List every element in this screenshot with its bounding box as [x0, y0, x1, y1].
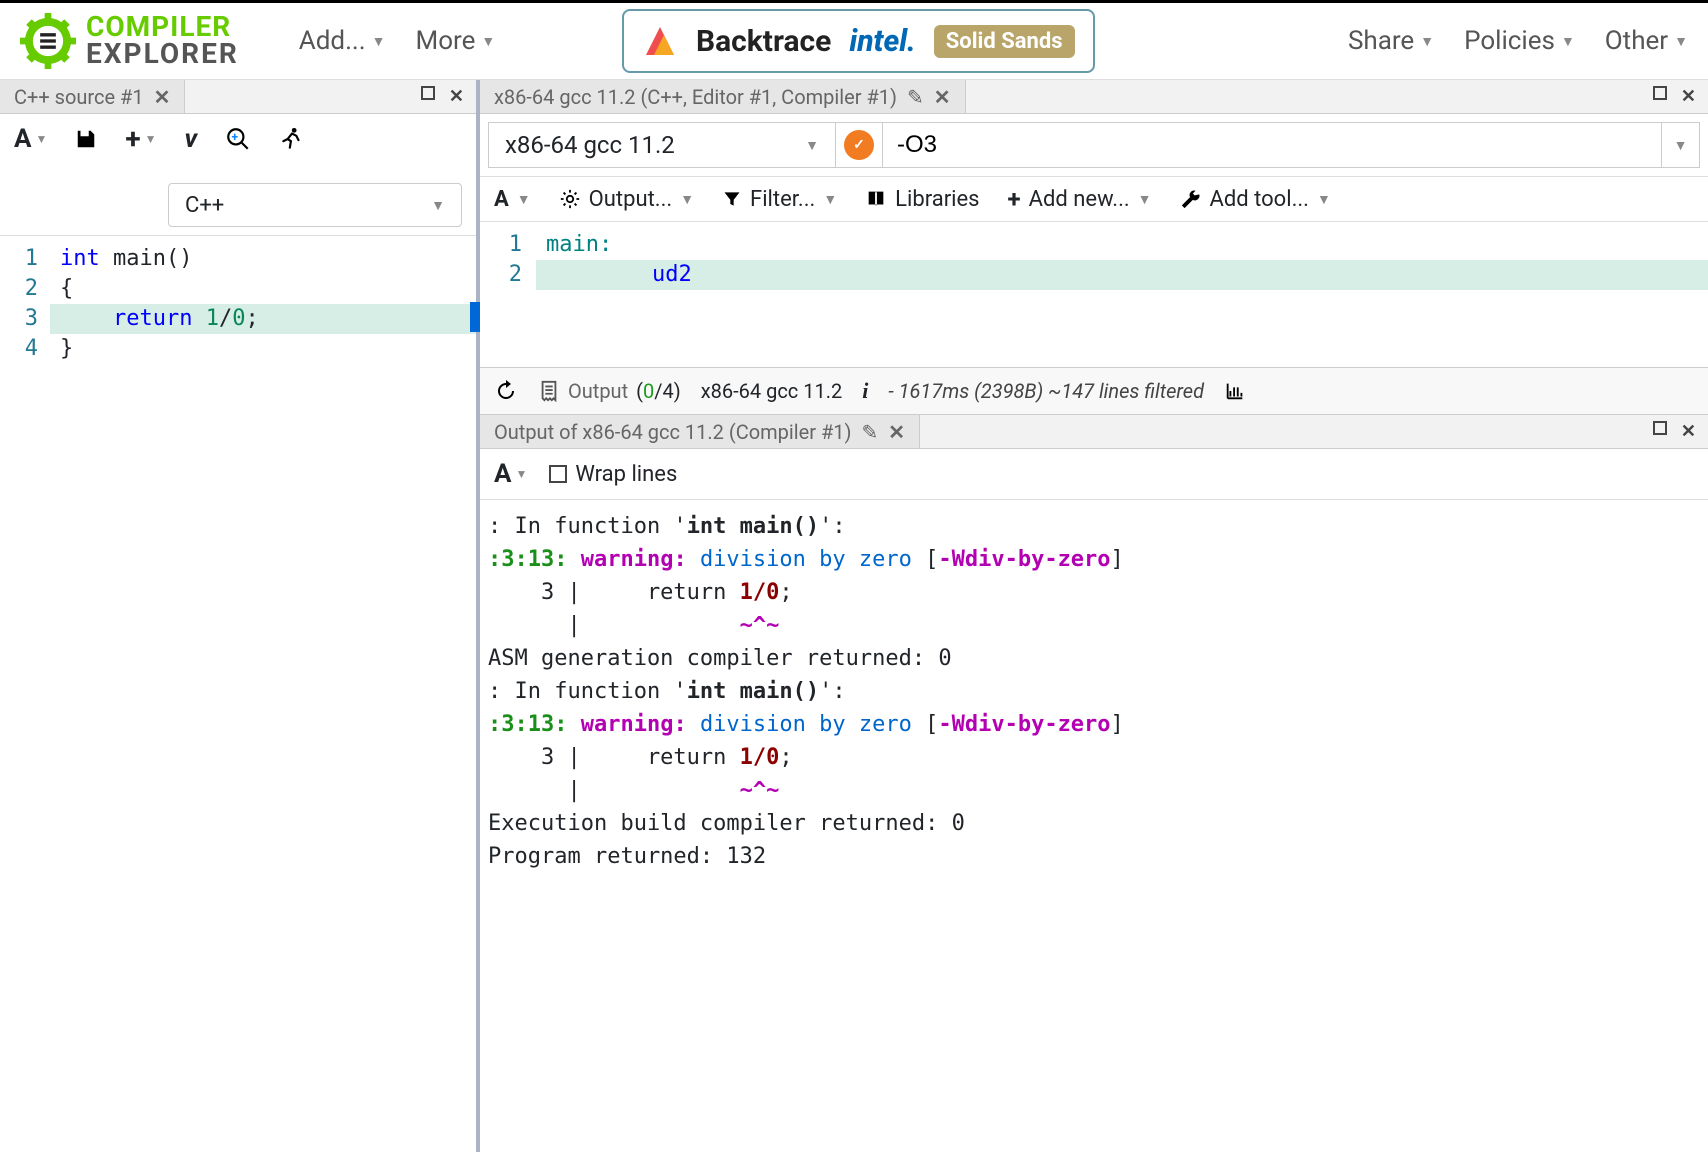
chevron-down-icon: ▼	[431, 197, 445, 214]
chevron-down-icon: ▼	[1420, 33, 1434, 50]
nav-other[interactable]: Other▼	[1605, 26, 1688, 56]
libraries-button[interactable]: Libraries	[865, 187, 979, 212]
chevron-down-icon: ▼	[805, 137, 819, 154]
logo-text: COMPILER EXPLORER	[86, 14, 239, 67]
nav-policies[interactable]: Policies▼	[1464, 26, 1575, 56]
language-select[interactable]: C++ ▼	[168, 183, 462, 227]
source-gutter: 1 2 3 4	[0, 236, 50, 1152]
backtrace-logo-icon	[642, 23, 678, 59]
chart-icon[interactable]	[1224, 380, 1246, 402]
flags-input[interactable]	[882, 122, 1662, 168]
add-new-button[interactable]: + Add new...▼	[1008, 185, 1152, 213]
runner-icon	[279, 126, 305, 152]
source-pane: C++ source #1 A▼ +▼ v + C++ ▼	[0, 80, 480, 1152]
nav-share[interactable]: Share▼	[1348, 26, 1434, 56]
filter-button[interactable]: Filter...▼	[722, 187, 837, 212]
source-tab-label: C++ source #1	[14, 85, 144, 109]
source-editor[interactable]: 1 2 3 4 int main() { return 1/0; }	[0, 236, 476, 1152]
pencil-icon[interactable]	[907, 85, 924, 109]
asm-code[interactable]: main: ud2	[536, 222, 1708, 367]
compiler-selected-label: x86-64 gcc 11.2	[505, 131, 675, 159]
output-toolbar: A▼ Wrap lines	[480, 449, 1708, 500]
compiler-select-row: x86-64 gcc 11.2 ▼ ✓ ▼	[480, 114, 1708, 177]
status-timing: - 1617ms (2398B) ~147 lines filtered	[888, 379, 1204, 403]
compiler-select[interactable]: x86-64 gcc 11.2 ▼	[488, 122, 836, 168]
reload-icon[interactable]	[494, 379, 518, 403]
asm-editor[interactable]: 1 2 main: ud2	[480, 222, 1708, 367]
overview-marker	[470, 302, 480, 332]
svg-text:+: +	[232, 130, 239, 144]
add-button[interactable]: +▼	[125, 122, 156, 155]
font-button[interactable]: A▼	[494, 187, 531, 212]
wrench-icon	[1180, 188, 1202, 210]
save-icon	[75, 128, 97, 150]
source-tabbar: C++ source #1	[0, 80, 476, 114]
book-icon	[865, 188, 887, 210]
plus-icon: +	[1008, 185, 1021, 213]
run-button[interactable]	[279, 126, 305, 152]
status-compiler: x86-64 gcc 11.2	[701, 379, 843, 403]
close-icon[interactable]	[888, 420, 905, 444]
top-navbar: COMPILER EXPLORER Add...▼ More▼ Backtrac…	[0, 0, 1708, 80]
compiler-tabbar: x86-64 gcc 11.2 (C++, Editor #1, Compile…	[480, 80, 1708, 114]
close-pane-icon[interactable]	[449, 86, 464, 107]
chevron-down-icon: ▼	[372, 33, 386, 50]
wrap-lines-checkbox[interactable]: Wrap lines	[549, 462, 677, 487]
asm-gutter: 1 2	[480, 222, 536, 367]
source-tab[interactable]: C++ source #1	[0, 80, 185, 113]
output-tab[interactable]: Output of x86-64 gcc 11.2 (Compiler #1)	[480, 415, 920, 448]
source-toolbar: A▼ +▼ v + C++ ▼	[0, 114, 476, 236]
source-code[interactable]: int main() { return 1/0; }	[50, 236, 476, 1152]
sponsor-solidsands[interactable]: Solid Sands	[934, 25, 1075, 58]
receipt-icon	[538, 380, 560, 402]
chevron-down-icon: ▼	[1561, 33, 1575, 50]
compiler-pane: x86-64 gcc 11.2 (C++, Editor #1, Compile…	[480, 80, 1708, 1152]
chevron-down-icon: ▼	[481, 33, 495, 50]
pencil-icon[interactable]	[862, 420, 879, 444]
maximize-icon[interactable]	[421, 86, 435, 100]
add-tool-button[interactable]: Add tool...▼	[1180, 187, 1331, 212]
chevron-down-icon: ▼	[1674, 33, 1688, 50]
asm-toolbar: A▼ Output...▼ Filter...▼ Libraries + Add…	[480, 177, 1708, 222]
output-tabbar: Output of x86-64 gcc 11.2 (Compiler #1)	[480, 415, 1708, 449]
font-button[interactable]: A▼	[14, 124, 47, 154]
search-plus-icon: +	[225, 126, 251, 152]
filter-icon	[722, 189, 742, 209]
checkbox-icon	[549, 465, 567, 483]
status-bar: Output (0/4) x86-64 gcc 11.2 i - 1617ms …	[480, 367, 1708, 415]
compiler-tab-label: x86-64 gcc 11.2 (C++, Editor #1, Compile…	[494, 85, 897, 109]
close-pane-icon[interactable]	[1681, 86, 1696, 107]
compiler-tab[interactable]: x86-64 gcc 11.2 (C++, Editor #1, Compile…	[480, 80, 966, 113]
sponsor-intel[interactable]: intel.	[849, 24, 915, 59]
maximize-icon[interactable]	[1653, 421, 1667, 435]
right-nav: Share▼ Policies▼ Other▼	[1348, 26, 1688, 56]
output-summary[interactable]: Output (0/4)	[538, 379, 681, 403]
save-button[interactable]	[75, 128, 97, 150]
logo[interactable]: COMPILER EXPLORER	[20, 13, 239, 69]
close-icon[interactable]	[154, 85, 171, 109]
close-pane-icon[interactable]	[1681, 421, 1696, 442]
status-badge: ✓	[836, 122, 882, 168]
nav-more[interactable]: More▼	[416, 26, 496, 56]
font-button[interactable]: A▼	[494, 459, 527, 489]
vim-button[interactable]: v	[185, 124, 198, 154]
nav-add[interactable]: Add...▼	[299, 26, 386, 56]
output-text[interactable]: : In function 'int main()'::3:13: warnin…	[480, 500, 1708, 883]
gear-logo-icon	[20, 13, 76, 69]
check-icon: ✓	[844, 130, 874, 160]
flags-dropdown[interactable]: ▼	[1662, 122, 1700, 168]
left-nav: Add...▼ More▼	[299, 26, 495, 56]
info-icon[interactable]: i	[862, 378, 868, 404]
output-tab-label: Output of x86-64 gcc 11.2 (Compiler #1)	[494, 420, 852, 444]
sponsor-backtrace[interactable]: Backtrace	[696, 24, 831, 59]
output-pane: Output of x86-64 gcc 11.2 (Compiler #1) …	[480, 415, 1708, 1152]
output-button[interactable]: Output...▼	[559, 187, 694, 212]
close-icon[interactable]	[934, 85, 951, 109]
gear-icon	[559, 188, 581, 210]
zoom-button[interactable]: +	[225, 126, 251, 152]
language-selected: C++	[185, 193, 224, 218]
maximize-icon[interactable]	[1653, 86, 1667, 100]
sponsors-box: Backtrace intel. Solid Sands	[622, 9, 1095, 73]
